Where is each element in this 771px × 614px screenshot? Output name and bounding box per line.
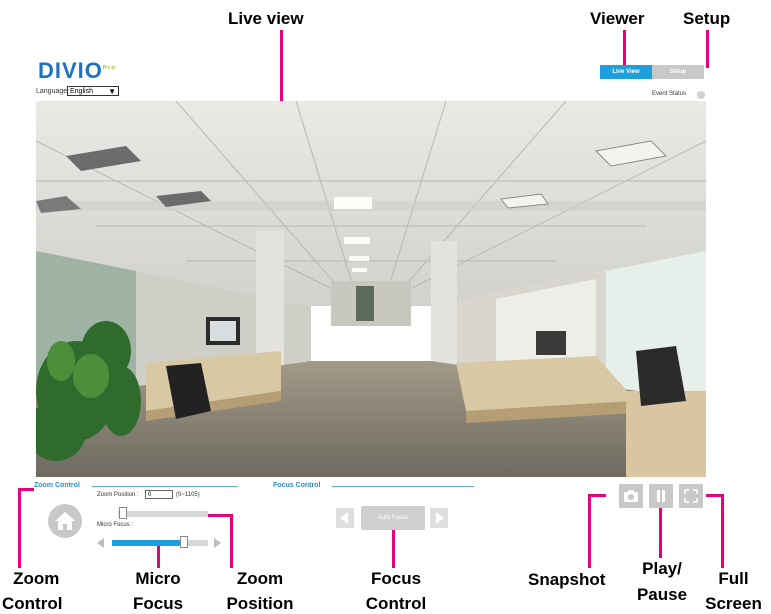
callout-micro-focus-line1: Micro xyxy=(135,569,181,588)
callout-focus-control: Focus Control xyxy=(356,568,436,614)
callout-zoom-control: Zoom Control xyxy=(2,568,62,614)
callout-snapshot: Snapshot xyxy=(528,570,606,589)
callout-play-pause-line2: Pause xyxy=(636,585,688,604)
language-row: Language: xyxy=(36,88,69,95)
pointer-zoom-position xyxy=(230,514,233,568)
callout-full-screen-line1: Full xyxy=(718,569,749,588)
callout-zoom-control-line1: Zoom xyxy=(13,569,60,588)
pointer-zoom-position-h xyxy=(205,514,233,517)
callout-micro-focus: Micro Focus xyxy=(130,568,186,614)
home-icon xyxy=(55,512,75,530)
zoom-position-input[interactable]: 0 xyxy=(145,490,173,499)
home-button[interactable] xyxy=(48,504,82,538)
callout-zoom-position-line1: Zoom xyxy=(236,569,284,588)
zoom-position-range: (0~1105) xyxy=(176,492,200,498)
focus-right-button[interactable] xyxy=(430,508,448,528)
pointer-full-screen-h xyxy=(706,494,724,497)
zoom-position-slider-thumb[interactable] xyxy=(119,507,127,519)
fullscreen-icon xyxy=(684,489,698,503)
pause-icon xyxy=(657,490,665,502)
pointer-micro-focus xyxy=(157,544,160,568)
callout-micro-focus-line2: Focus xyxy=(132,594,184,613)
micro-focus-slider-fill xyxy=(112,540,186,546)
pointer-zoom-control-h xyxy=(18,488,34,491)
office-scene xyxy=(36,101,706,477)
zoom-control-divider xyxy=(92,486,238,487)
callout-focus-control-line1: Focus xyxy=(370,569,422,588)
language-value: English xyxy=(70,88,93,95)
micro-focus-right-arrow[interactable] xyxy=(214,538,221,548)
chevron-right-icon xyxy=(436,512,444,524)
divio-logo: DIVIOPro xyxy=(38,58,116,84)
callout-focus-control-line2: Control xyxy=(365,594,427,613)
live-view-video[interactable] xyxy=(36,101,706,477)
logo-suffix: Pro xyxy=(102,65,116,72)
callout-live-view: Live view xyxy=(228,9,304,28)
snapshot-button[interactable] xyxy=(619,484,643,508)
event-status-label: Event Status xyxy=(652,91,687,97)
event-status-indicator xyxy=(697,91,705,99)
callout-setup: Setup xyxy=(683,9,731,28)
pointer-setup xyxy=(706,30,709,68)
tab-setup[interactable]: Setup xyxy=(652,65,704,79)
pointer-play-pause xyxy=(659,506,662,558)
pointer-full-screen xyxy=(721,494,724,568)
pointer-snapshot-h xyxy=(588,494,606,497)
focus-control-divider xyxy=(332,486,474,487)
focus-left-button[interactable] xyxy=(336,508,354,528)
callout-full-screen-line2: Screen xyxy=(705,594,762,613)
language-label: Language: xyxy=(36,88,70,95)
micro-focus-slider-track[interactable] xyxy=(112,540,208,546)
callout-play-pause: Play/ Pause xyxy=(632,558,692,605)
pointer-snapshot xyxy=(588,494,591,568)
callout-full-screen: Full Screen xyxy=(696,568,771,614)
chevron-down-icon: ▼ xyxy=(108,87,116,96)
callout-play-pause-line1: Play/ xyxy=(642,559,682,578)
zoom-control-title: Zoom Control xyxy=(34,482,80,489)
micro-focus-slider-thumb[interactable] xyxy=(180,536,188,548)
tab-live-view[interactable]: Live View xyxy=(600,65,652,79)
language-select[interactable]: English ▼ xyxy=(67,86,119,96)
fullscreen-button[interactable] xyxy=(679,484,703,508)
callout-zoom-position: Zoom Position xyxy=(218,568,302,614)
callout-viewer: Viewer xyxy=(590,9,645,28)
play-pause-button[interactable] xyxy=(649,484,673,508)
pointer-zoom-control xyxy=(18,488,21,568)
micro-focus-label: Micro Focus : xyxy=(97,522,134,528)
auto-focus-button[interactable]: Auto Focus xyxy=(361,506,425,530)
logo-text: DIVIO xyxy=(38,58,103,83)
chevron-left-icon xyxy=(340,512,348,524)
pointer-viewer xyxy=(623,30,626,70)
zoom-position-label: Zoom Position : xyxy=(97,492,139,498)
micro-focus-left-arrow[interactable] xyxy=(97,538,104,548)
callout-zoom-control-line2: Control xyxy=(2,594,63,613)
zoom-position-slider-track[interactable] xyxy=(118,511,208,517)
focus-control-title: Focus Control xyxy=(273,482,321,489)
zoom-position-value: 0 xyxy=(148,492,152,498)
callout-zoom-position-line2: Position xyxy=(226,594,294,613)
camera-icon xyxy=(624,490,638,502)
